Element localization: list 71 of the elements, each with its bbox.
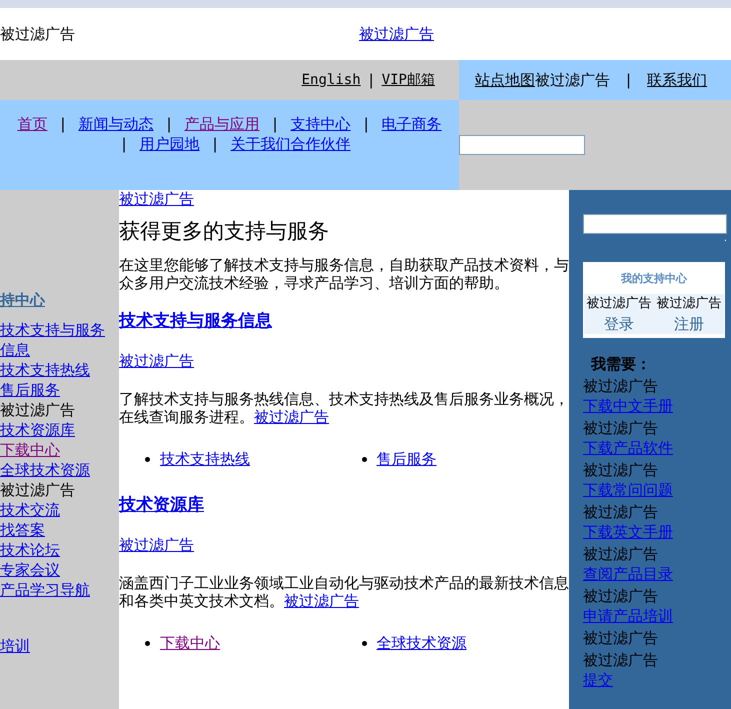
nav-link[interactable]: 电子商务 bbox=[382, 114, 442, 134]
separator-text: | bbox=[272, 114, 278, 134]
separator-text: | bbox=[212, 134, 218, 154]
ad-link[interactable]: 被过滤广告 bbox=[359, 22, 434, 46]
resource-link[interactable]: 技术支持热线 bbox=[160, 450, 250, 468]
site-link[interactable]: 站点地图 bbox=[475, 68, 535, 92]
separator-text: | bbox=[166, 114, 172, 134]
sidebar-link[interactable]: 技术支持热线 bbox=[0, 360, 119, 380]
ad-text: 被过滤广告 bbox=[583, 587, 658, 605]
dot-text: . bbox=[724, 234, 727, 244]
nav-link[interactable]: 支持中心 bbox=[290, 114, 351, 134]
ad-text: 被过滤广告 bbox=[583, 419, 658, 437]
sidebar-link[interactable]: 专家会议 bbox=[0, 560, 119, 580]
ad-text: 被过滤广告 bbox=[0, 480, 76, 500]
ad-text: 被过滤广告 bbox=[583, 503, 658, 521]
intro-paragraph: 在这里您能够了解技术支持与服务信息，自助获取产品技术资料，与众多用户交流技术经验，寻求产品学习、培训方面的帮助。 bbox=[119, 256, 569, 292]
bullet-icon bbox=[362, 640, 367, 646]
nav-link[interactable]: 新闻与动态 bbox=[78, 114, 154, 134]
separator-text: | bbox=[60, 114, 66, 134]
page-title: 获得更多的支持与服务 bbox=[119, 222, 330, 240]
section-paragraph: 了解技术支持与服务热线信息、技术支持热线及售后服务业务概况，在线查询服务进程。被过滤广告 bbox=[119, 390, 569, 426]
sidebar-link[interactable]: 售后服务 bbox=[0, 380, 119, 400]
separator-text: | bbox=[121, 134, 126, 154]
resource-link[interactable]: 全球技术资源 bbox=[376, 634, 467, 652]
ad-text: 被过滤广告 bbox=[583, 461, 658, 479]
sidebar-link[interactable]: 技术论坛 bbox=[0, 540, 119, 560]
separator-text: | bbox=[626, 70, 632, 91]
section-paragraph: 涵盖西门子工业业务领域工业自动化与驱动技术产品的最新技术信息和各类中英文技术文档。被过滤广告 bbox=[119, 574, 569, 610]
nav-link[interactable]: 产品与应用 bbox=[184, 114, 260, 134]
nav-link[interactable]: 用户园地 bbox=[140, 134, 200, 154]
utility-link[interactable]: VIP邮箱 bbox=[382, 70, 435, 90]
ad-text: 被过滤广告 bbox=[0, 24, 75, 45]
search-field[interactable] bbox=[583, 214, 727, 234]
nav-link[interactable]: 关于我们 bbox=[230, 134, 291, 154]
sidebar-link[interactable]: 技术资源库 bbox=[0, 420, 119, 440]
ad-text: 被过滤广告 bbox=[583, 629, 658, 647]
utility-link[interactable]: English bbox=[302, 70, 361, 90]
ad-link[interactable]: 被过滤广告 bbox=[119, 536, 194, 554]
ad-link[interactable]: 被过滤广告 bbox=[119, 190, 194, 208]
account-link[interactable]: 登录 bbox=[604, 314, 634, 334]
sidebar-link[interactable]: 技术交流 bbox=[0, 500, 119, 520]
sidebar-link[interactable]: 找答案 bbox=[0, 520, 119, 540]
ad-link[interactable]: 被过滤广告 bbox=[284, 592, 359, 610]
ad-text: 被过滤广告 bbox=[583, 545, 658, 563]
sidebar-link[interactable]: 全球技术资源 bbox=[0, 460, 119, 480]
ad-text: 被过滤广告 bbox=[586, 295, 652, 313]
bullet-icon bbox=[362, 456, 367, 462]
ad-text: 被过滤广告 bbox=[0, 400, 76, 420]
needs-title: 我需要： bbox=[590, 354, 652, 374]
ad-link[interactable]: 被过滤广告 bbox=[119, 352, 194, 370]
nav-link[interactable]: 合作伙伴 bbox=[290, 134, 351, 154]
bullet-icon bbox=[145, 456, 150, 462]
ad-text: 被过滤广告 bbox=[656, 295, 722, 313]
separator-text: | bbox=[364, 114, 369, 134]
search-field[interactable] bbox=[459, 135, 585, 155]
site-link[interactable]: 联系我们 bbox=[647, 68, 708, 92]
bullet-icon bbox=[145, 640, 150, 646]
nav-link[interactable]: 首页 bbox=[17, 114, 48, 134]
resource-link[interactable]: 售后服务 bbox=[376, 450, 437, 468]
sidebar-link[interactable]: 技术支持与服务信息 bbox=[0, 320, 119, 360]
ad-text: 被过滤广告 bbox=[583, 377, 658, 395]
ad-text: 被过滤广告 bbox=[535, 70, 610, 91]
separator-text: | bbox=[368, 70, 374, 91]
support-box-title: 我的支持中心 bbox=[620, 271, 688, 287]
account-link[interactable]: 注册 bbox=[674, 314, 704, 334]
ad-text: 被过滤广告 bbox=[583, 651, 658, 669]
sidebar-link[interactable]: 下载中心 bbox=[0, 440, 119, 460]
ad-link[interactable]: 被过滤广告 bbox=[254, 408, 329, 426]
sidebar-link[interactable]: 产品学习导航 bbox=[0, 580, 119, 600]
sidebar-link[interactable]: 培训 bbox=[0, 636, 119, 656]
resource-link[interactable]: 下载中心 bbox=[160, 634, 220, 652]
